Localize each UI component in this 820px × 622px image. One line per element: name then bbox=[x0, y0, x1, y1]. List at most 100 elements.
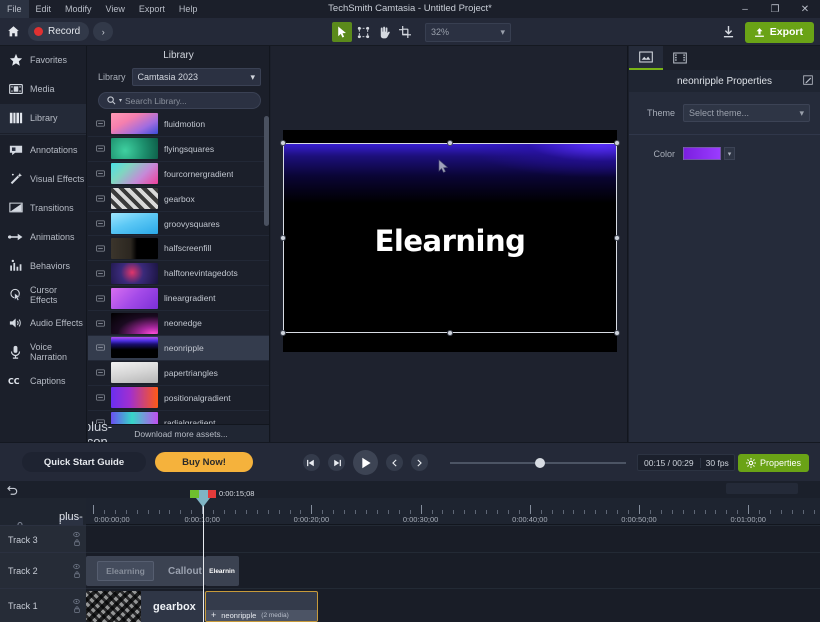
plus-icon[interactable]: plus-icon bbox=[88, 419, 112, 443]
eye-icon[interactable] bbox=[73, 598, 80, 604]
maximize-button[interactable]: ❐ bbox=[760, 0, 790, 18]
track-header-track-3[interactable]: Track 3 bbox=[0, 525, 86, 552]
canvas-panel[interactable]: Elearning bbox=[271, 46, 628, 442]
timeline-clip-gearbox[interactable]: gearbox bbox=[86, 591, 205, 622]
sidebar-item-animations[interactable]: Animations bbox=[0, 222, 86, 251]
library-source-select[interactable]: Camtasia 2023 ▾ bbox=[131, 68, 261, 86]
previous-frame-button[interactable] bbox=[303, 454, 320, 471]
resize-handle-bottom-left[interactable] bbox=[280, 330, 286, 336]
timeline-clip-elearning[interactable]: Elearnin bbox=[205, 556, 239, 586]
next-marker-button[interactable] bbox=[411, 454, 428, 471]
export-button[interactable]: Export bbox=[744, 21, 814, 43]
color-picker[interactable]: ▾ bbox=[683, 147, 735, 160]
hand-tool-button[interactable] bbox=[374, 22, 394, 42]
library-scrollbar[interactable] bbox=[264, 116, 269, 226]
track-lane-track-2[interactable]: Elearning Callout Elearnin bbox=[86, 552, 820, 588]
crop-tool-button[interactable] bbox=[395, 22, 415, 42]
edit-pencil-icon[interactable] bbox=[803, 75, 813, 85]
track-header-track-2[interactable]: Track 2 bbox=[0, 552, 86, 588]
sidebar-item-media[interactable]: Media bbox=[0, 75, 86, 104]
resize-handle-bottom-center[interactable] bbox=[447, 330, 453, 336]
resize-handle-middle-left[interactable] bbox=[280, 235, 286, 241]
sidebar-item-visual-effects[interactable]: Visual Effects bbox=[0, 165, 86, 194]
library-item-papertriangles[interactable]: papertriangles bbox=[88, 361, 269, 386]
record-options-button[interactable]: › bbox=[93, 22, 114, 41]
eye-icon[interactable] bbox=[73, 532, 80, 537]
pointer-tool-button[interactable] bbox=[332, 22, 352, 42]
playhead-body-marker[interactable] bbox=[199, 490, 208, 498]
sidebar-item-library[interactable]: Library bbox=[0, 103, 86, 133]
sidebar-item-favorites[interactable]: Favorites bbox=[0, 46, 86, 75]
resize-handle-top-left[interactable] bbox=[280, 140, 286, 146]
sidebar-item-audio-effects[interactable]: Audio Effects bbox=[0, 309, 86, 338]
playhead-start-marker[interactable] bbox=[190, 490, 199, 498]
timeline-clip-neonripple[interactable]: + neonripple (2 media) bbox=[205, 591, 318, 622]
library-item-fourcornergradient[interactable]: fourcornergradient bbox=[88, 162, 269, 187]
home-icon[interactable] bbox=[0, 18, 26, 46]
undo-arrow-icon[interactable] bbox=[5, 483, 19, 497]
resize-handle-bottom-right[interactable] bbox=[614, 330, 620, 336]
lock-icon[interactable] bbox=[73, 570, 80, 578]
library-item-halfscreenfill[interactable]: halfscreenfill bbox=[88, 236, 269, 262]
timeline-zoom-slider[interactable] bbox=[726, 483, 798, 494]
download-more-assets-link[interactable]: Download more assets... bbox=[108, 429, 269, 439]
library-item-neonedge[interactable]: neonedge bbox=[88, 311, 269, 337]
menu-item-help[interactable]: Help bbox=[172, 0, 205, 18]
playhead-end-marker[interactable] bbox=[208, 490, 216, 498]
resize-handle-top-center[interactable] bbox=[447, 140, 453, 146]
resize-handle-middle-right[interactable] bbox=[614, 235, 620, 241]
play-button[interactable] bbox=[353, 450, 378, 475]
edit-points-tool-button[interactable] bbox=[353, 22, 373, 42]
search-dropdown-caret[interactable]: ▾ bbox=[119, 97, 122, 104]
minimize-button[interactable]: – bbox=[730, 0, 760, 18]
properties-toggle-button[interactable]: Properties bbox=[737, 454, 809, 472]
library-search-input[interactable]: ▾ Search Library... bbox=[98, 92, 261, 109]
sidebar-item-cursor-effects[interactable]: Cursor Effects bbox=[0, 280, 86, 309]
buy-now-button[interactable]: Buy Now! bbox=[155, 452, 253, 472]
next-frame-button[interactable] bbox=[328, 454, 345, 471]
sidebar-item-captions[interactable]: CC Captions bbox=[0, 367, 86, 396]
playhead[interactable]: 0:00:15;08 bbox=[190, 489, 254, 622]
menu-item-modify[interactable]: Modify bbox=[58, 0, 99, 18]
chevron-down-icon[interactable]: ▾ bbox=[724, 147, 735, 160]
previous-marker-button[interactable] bbox=[386, 454, 403, 471]
scrubber-handle[interactable] bbox=[535, 458, 545, 468]
plus-icon[interactable]: + bbox=[211, 611, 216, 620]
menu-item-edit[interactable]: Edit bbox=[29, 0, 59, 18]
visual-properties-tab[interactable] bbox=[629, 46, 663, 70]
color-swatch[interactable] bbox=[683, 147, 721, 160]
library-item-halftonevintagedots[interactable]: halftonevintagedots bbox=[88, 261, 269, 287]
menu-item-file[interactable]: File bbox=[0, 0, 29, 18]
eye-icon[interactable] bbox=[73, 563, 80, 569]
playback-scrubber[interactable] bbox=[450, 458, 626, 468]
close-button[interactable]: ✕ bbox=[790, 0, 820, 18]
library-item-flyingsquares[interactable]: flyingsquares bbox=[88, 137, 269, 162]
library-item-gearbox[interactable]: gearbox bbox=[88, 187, 269, 212]
sidebar-item-behaviors[interactable]: Behaviors bbox=[0, 251, 86, 280]
library-item-lineargradient[interactable]: lineargradient bbox=[88, 286, 269, 312]
media-properties-tab[interactable] bbox=[663, 46, 697, 70]
sidebar-item-voice-narration[interactable]: Voice Narration bbox=[0, 338, 86, 367]
library-item-list[interactable]: fluidmotion flyingsquares fourcornergradie… bbox=[88, 112, 269, 442]
lock-icon[interactable] bbox=[73, 605, 80, 613]
library-item-positionalgradient[interactable]: positionalgradient bbox=[88, 386, 269, 411]
sidebar-item-annotations[interactable]: Annotations bbox=[0, 136, 86, 165]
menu-item-export[interactable]: Export bbox=[132, 0, 172, 18]
library-item-neonripple[interactable]: neonripple bbox=[88, 336, 269, 361]
library-item-groovysquares[interactable]: groovysquares bbox=[88, 212, 269, 237]
sidebar-item-transitions[interactable]: Transitions bbox=[0, 193, 86, 222]
track-header-track-1[interactable]: Track 1 bbox=[0, 588, 86, 622]
theme-select[interactable]: Select theme... ▾ bbox=[683, 104, 810, 122]
record-button[interactable]: Record bbox=[28, 22, 90, 41]
download-arrow-icon[interactable] bbox=[720, 23, 738, 41]
menu-item-view[interactable]: View bbox=[99, 0, 132, 18]
lock-icon[interactable] bbox=[73, 539, 80, 546]
playhead-triangle-icon[interactable] bbox=[196, 498, 210, 507]
track-lane-track-1[interactable]: gearbox + neonripple (2 media) bbox=[86, 588, 820, 622]
quick-start-guide-button[interactable]: Quick Start Guide bbox=[22, 452, 146, 472]
library-item-fluidmotion[interactable]: fluidmotion bbox=[88, 112, 269, 137]
track-lane-track-3[interactable] bbox=[86, 525, 820, 552]
resize-handle-top-right[interactable] bbox=[614, 140, 620, 146]
timeline-clip-callout[interactable]: Elearning Callout bbox=[86, 556, 205, 586]
zoom-level-select[interactable]: 32% ▾ bbox=[425, 22, 511, 42]
